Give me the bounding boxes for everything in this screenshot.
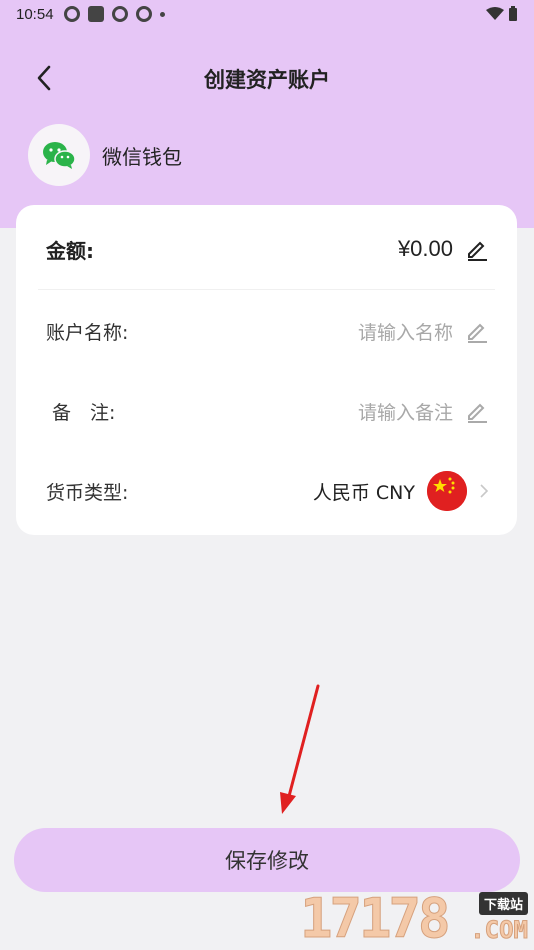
app-notification-icon [111,6,128,22]
currency-label: 货币类型: [46,481,129,504]
wechat-icon [43,142,76,169]
watermark-tag: 下载站 [478,892,528,915]
amount-value: ¥0.00 [397,236,453,261]
china-flag-icon [427,471,467,511]
account-name-label: 账户名称: [46,321,129,344]
currency-row[interactable]: 货币类型: 人民币 CNY [46,469,489,513]
amount-row[interactable]: 金额: ¥0.00 [46,227,489,271]
amount-label: 金额: [46,238,94,263]
status-bar: 10:54 [0,0,534,28]
account-name-row[interactable]: 账户名称: 请输入名称 [46,309,489,353]
watermark-suffix: .COM [470,916,529,945]
account-icon-circle [28,124,90,186]
account-name-input[interactable]: 请输入名称 [358,318,453,345]
wifi-icon [486,7,504,20]
remark-row[interactable]: 备 注: 请输入备注 [46,389,489,433]
account-form-card: 金额: ¥0.00 账户名称: 请输入名称 备 注: 请输入备注 货币类型: 人… [16,205,517,535]
remark-input[interactable]: 请输入备注 [358,398,453,425]
header-background [0,0,534,228]
currency-value: 人民币 CNY [312,481,415,504]
watermark-logo: 17178 下载站 .COM [300,887,529,950]
battery-icon [509,6,517,21]
app-notification-icon [63,6,80,22]
page-title: 创建资产账户 [204,68,330,92]
account-header: 微信钱包 [28,124,182,186]
more-notifications-icon [159,11,165,17]
account-name: 微信钱包 [102,144,182,169]
watermark-number: 17178 [300,887,452,950]
chevron-right-icon [480,484,489,498]
divider [38,289,495,290]
status-right [486,6,518,22]
app-notification-icon [87,6,104,22]
notification-icons [63,6,165,22]
app-notification-icon [135,6,152,22]
annotation-arrow-icon [280,684,320,814]
edit-icon[interactable] [465,237,489,261]
remark-label: 备 注: [52,401,116,424]
edit-icon[interactable] [465,319,489,343]
status-time: 10:54 [16,5,54,23]
top-bar: 创建资产账户 [0,52,534,104]
edit-icon[interactable] [465,399,489,423]
save-button[interactable]: 保存修改 [14,828,520,892]
